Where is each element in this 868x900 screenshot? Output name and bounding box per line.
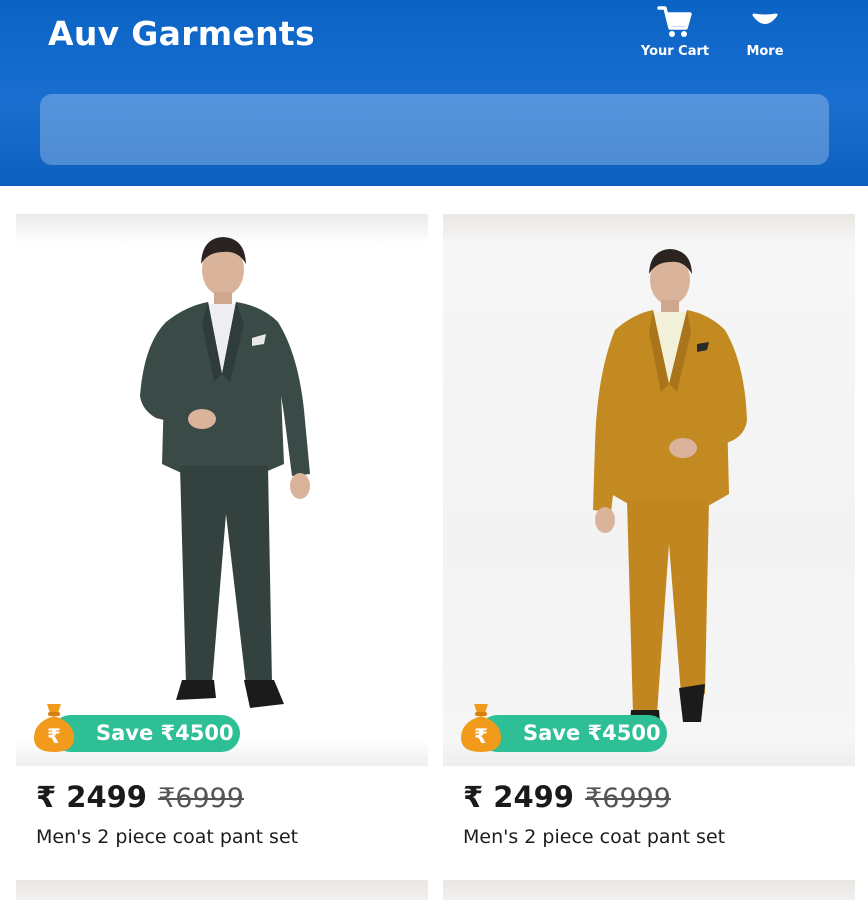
product-title: Men's 2 piece coat pant set bbox=[463, 826, 726, 848]
model-figure bbox=[140, 237, 310, 708]
original-price: ₹6999 bbox=[158, 783, 244, 814]
save-amount-label: Save ₹4500 bbox=[52, 715, 240, 752]
bag-rupee-symbol: ₹ bbox=[474, 724, 488, 748]
sale-price: ₹ 2499 bbox=[463, 780, 574, 814]
next-product-card-top[interactable] bbox=[16, 880, 428, 900]
product-title: Men's 2 piece coat pant set bbox=[36, 826, 299, 848]
your-cart-label: Your Cart bbox=[640, 44, 710, 59]
product-grid: Save ₹4500 ₹ ₹ 2499 ₹6999 Men's 2 piece … bbox=[0, 186, 868, 900]
price-row: ₹ 2499 ₹6999 bbox=[36, 780, 244, 814]
model-figure bbox=[593, 249, 747, 734]
sale-price: ₹ 2499 bbox=[36, 780, 147, 814]
product-card[interactable]: Save ₹4500 ₹ ₹ 2499 ₹6999 Men's 2 piece … bbox=[16, 214, 428, 854]
chevron-down-icon bbox=[752, 13, 778, 24]
suit-model-image bbox=[593, 249, 747, 734]
more-button[interactable]: More bbox=[720, 4, 810, 68]
shopping-cart-icon bbox=[657, 6, 692, 37]
bag-rupee-symbol: ₹ bbox=[47, 724, 61, 748]
money-bag-icon: ₹ bbox=[34, 704, 74, 752]
product-card[interactable]: Save ₹4500 ₹ ₹ 2499 ₹6999 Men's 2 piece … bbox=[443, 214, 855, 854]
more-label: More bbox=[746, 44, 784, 59]
product-image: Save ₹4500 ₹ bbox=[16, 214, 428, 766]
your-cart-button[interactable]: Your Cart bbox=[630, 4, 720, 68]
app-title: Auv Garments bbox=[48, 14, 315, 53]
next-product-card-top[interactable] bbox=[443, 880, 855, 900]
price-row: ₹ 2499 ₹6999 bbox=[463, 780, 671, 814]
product-image: Save ₹4500 ₹ bbox=[443, 214, 855, 766]
app-header: Auv Garments Your Cart More bbox=[0, 0, 868, 186]
suit-model-image bbox=[140, 237, 310, 708]
money-bag-icon: ₹ bbox=[461, 704, 501, 752]
save-amount-label: Save ₹4500 bbox=[479, 715, 667, 752]
original-price: ₹6999 bbox=[585, 783, 671, 814]
search-input[interactable] bbox=[40, 94, 829, 165]
